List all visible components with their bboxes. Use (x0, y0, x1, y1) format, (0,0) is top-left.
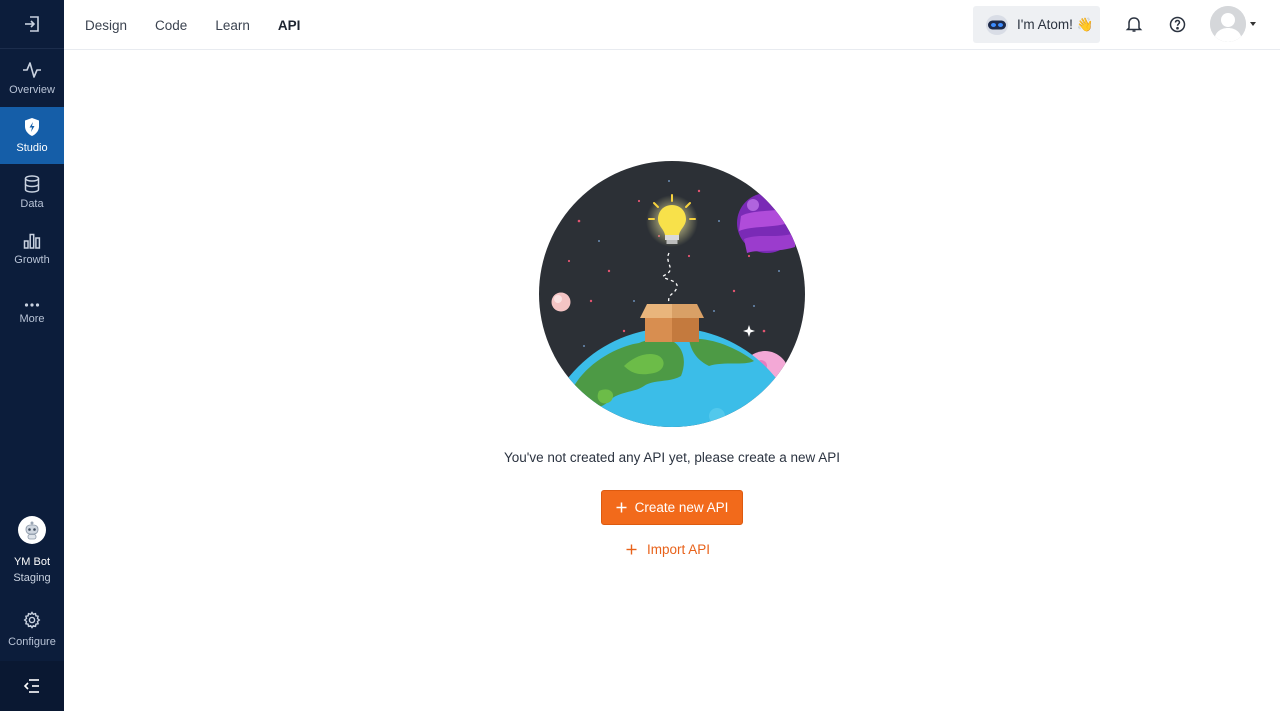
atom-button-label: I'm Atom! 👋 (1017, 16, 1094, 32)
ellipsis-icon (24, 303, 40, 307)
sidebar-item-configure[interactable]: Configure (0, 611, 64, 648)
notifications-button[interactable] (1122, 12, 1146, 36)
create-button-label: Create new API (634, 500, 729, 515)
chevron-down-icon (1250, 22, 1256, 26)
profile-menu[interactable] (1210, 6, 1260, 42)
avatar (1210, 6, 1246, 42)
bell-icon (1125, 17, 1143, 32)
collapse-menu-icon (23, 679, 39, 693)
bot-environment: Staging (13, 572, 51, 584)
tab-design[interactable]: Design (85, 18, 127, 33)
help-button[interactable] (1165, 12, 1189, 36)
collapse-sidebar-button[interactable] (0, 661, 64, 711)
top-bar: Design Code Learn API I'm Atom! 👋 (64, 0, 1280, 50)
sidebar-item-more[interactable]: More (0, 285, 64, 342)
robot-icon (25, 521, 39, 540)
import-button-label: Import API (647, 541, 711, 557)
tab-list: Design Code Learn API (85, 0, 300, 50)
import-api-button[interactable]: Import API (626, 539, 710, 559)
tab-code[interactable]: Code (155, 18, 187, 33)
tab-learn[interactable]: Learn (215, 18, 250, 33)
sidebar-item-label: More (19, 313, 45, 325)
sidebar: Overview Studio Data Growth More YM Bot … (0, 0, 64, 711)
sidebar-item-overview[interactable]: Overview (0, 50, 64, 107)
sidebar-item-label: Studio (16, 142, 48, 154)
sidebar-item-growth[interactable]: Growth (0, 221, 64, 278)
exit-button[interactable] (0, 0, 64, 49)
atom-bot-icon (986, 14, 1008, 35)
sidebar-item-label: Data (20, 198, 44, 210)
empty-state-message: You've not created any API yet, please c… (503, 450, 841, 465)
tab-api[interactable]: API (278, 18, 301, 33)
bot-switcher[interactable]: YM Bot Staging (0, 516, 64, 586)
gear-icon (23, 611, 41, 629)
sidebar-item-label: Overview (9, 84, 55, 96)
app-root: Overview Studio Data Growth More YM Bot … (0, 0, 1280, 711)
database-icon (24, 175, 40, 193)
sidebar-item-data[interactable]: Data (0, 164, 64, 221)
plus-icon (616, 502, 627, 513)
bar-chart-icon (23, 233, 41, 249)
sidebar-item-label: Growth (14, 254, 50, 266)
atom-assistant-button[interactable]: I'm Atom! 👋 (973, 6, 1100, 43)
exit-icon (25, 16, 39, 32)
bot-name: YM Bot (13, 556, 51, 568)
sidebar-item-studio[interactable]: Studio (0, 107, 64, 164)
sidebar-item-label: Configure (8, 636, 56, 648)
create-new-api-button[interactable]: Create new API (601, 490, 743, 525)
activity-icon (23, 62, 41, 78)
empty-state-illustration (539, 161, 805, 427)
bot-avatar (18, 516, 46, 544)
user-silhouette-icon (1210, 6, 1246, 42)
plus-icon (626, 544, 637, 554)
shield-bolt-icon (25, 118, 39, 136)
help-icon (1169, 16, 1185, 32)
